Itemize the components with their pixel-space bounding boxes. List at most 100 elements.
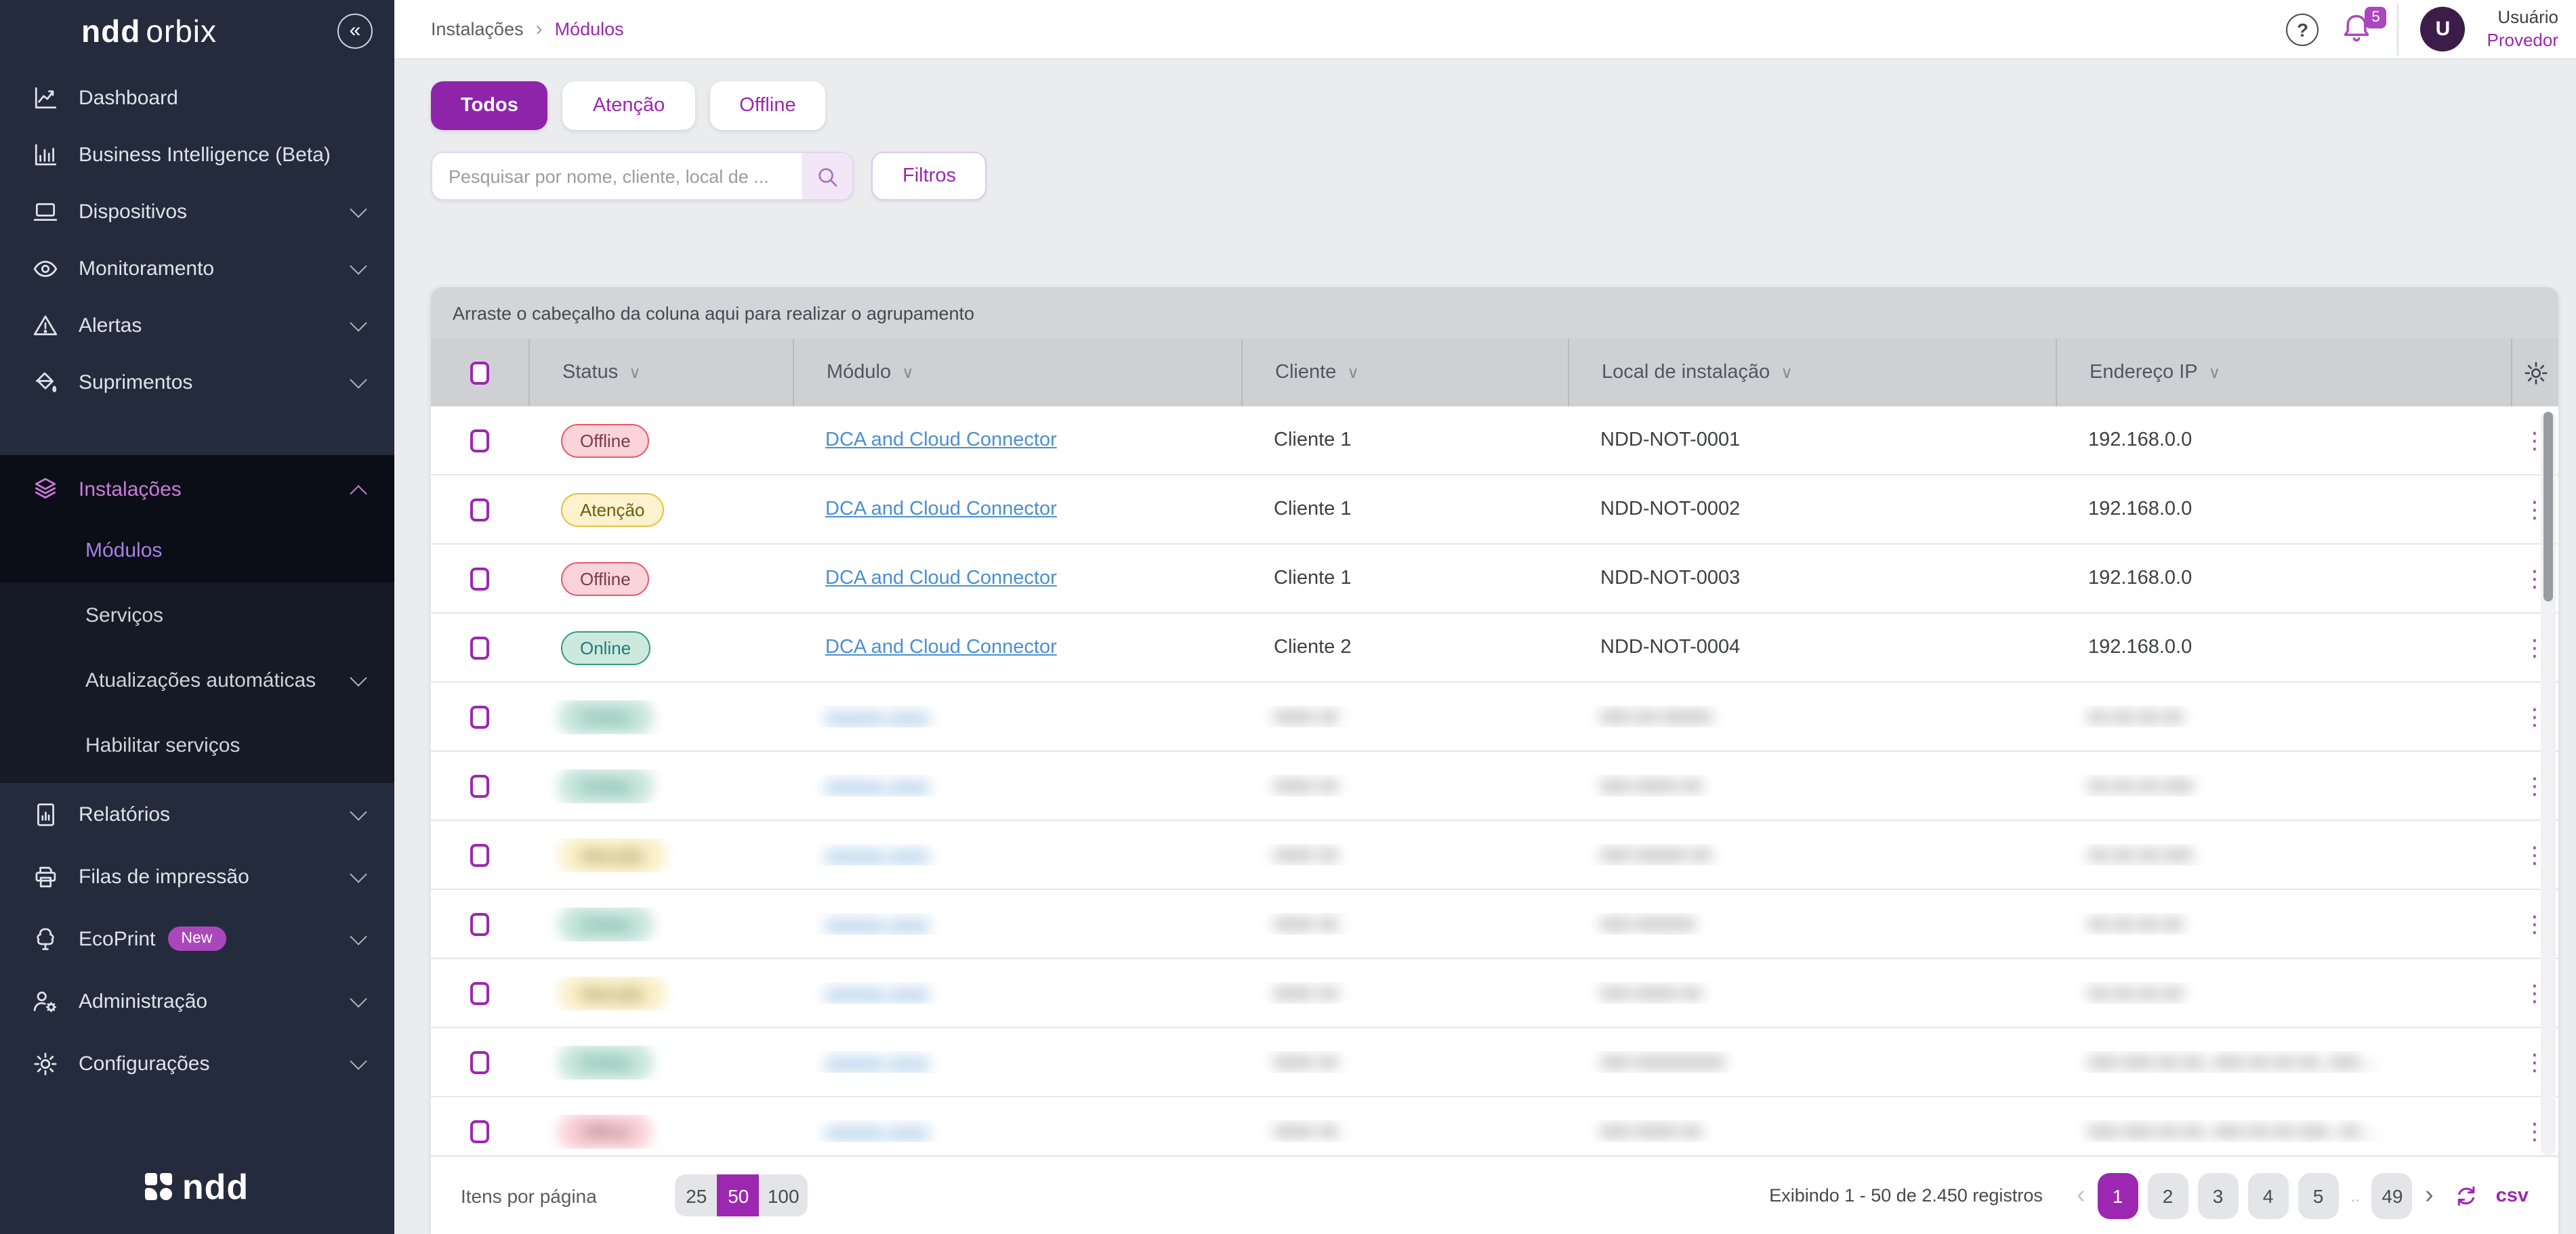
select-all-checkbox[interactable] bbox=[470, 361, 489, 384]
page-button-last[interactable]: 49 bbox=[2372, 1172, 2413, 1218]
table-row[interactable]: Onlinexxxxxx xxxxxxxx xxxxx-xxxxxxxxxxxx… bbox=[431, 1028, 2558, 1097]
row-checkbox[interactable] bbox=[470, 843, 489, 866]
table-row[interactable]: Atençãoxxxxxx xxxxxxxx xxxxx-xxxx-xxxx.x… bbox=[431, 959, 2558, 1028]
page-button-2[interactable]: 2 bbox=[2148, 1172, 2188, 1218]
column-header-status[interactable]: Status ∨ bbox=[528, 339, 793, 406]
sidebar-item-label: Configurações bbox=[79, 1052, 209, 1075]
column-header-modulo[interactable]: Módulo ∨ bbox=[793, 339, 1241, 406]
table-row[interactable]: Onlinexxxxxx xxxxxxxx xxxxx-xxxxxxxx.xx.… bbox=[431, 890, 2558, 959]
refresh-icon[interactable] bbox=[2454, 1183, 2478, 1208]
group-by-bar[interactable]: Arraste o cabeçalho da coluna aqui para … bbox=[431, 287, 2558, 339]
sidebar-group-instalacoes: InstalaçõesMódulos Serviços Atualizações a… bbox=[0, 455, 394, 783]
sort-chevron-icon[interactable]: ∨ bbox=[1781, 363, 1793, 382]
row-checkbox[interactable] bbox=[470, 429, 489, 452]
table-row[interactable]: OnlineDCA and Cloud ConnectorCliente 2ND… bbox=[431, 614, 2558, 683]
sidebar-item-business-intelligence[interactable]: Business Intelligence (Beta) bbox=[0, 126, 394, 183]
module-link[interactable]: DCA and Cloud Connector bbox=[825, 637, 1057, 658]
sidebar-subitem-habilitar-servicos[interactable]: Habilitar serviços bbox=[0, 712, 394, 778]
sidebar-item-ecoprint[interactable]: EcoPrintNew bbox=[0, 908, 394, 970]
sidebar-item-alertas[interactable]: Alertas bbox=[0, 297, 394, 354]
module-link[interactable]: DCA and Cloud Connector bbox=[825, 498, 1057, 520]
ip-cell: xx.xx.xx.xx bbox=[2056, 913, 2511, 935]
prev-page-icon[interactable]: ‹ bbox=[2074, 1180, 2088, 1210]
page-size-50[interactable]: 50 bbox=[718, 1174, 760, 1216]
filter-chip-offline[interactable]: Offline bbox=[709, 81, 825, 130]
table-row[interactable]: Atençãoxxxxxx xxxxxxxx xxxxx-xxxxx-xxxx.… bbox=[431, 821, 2558, 890]
filters-button[interactable]: Filtros bbox=[871, 152, 987, 200]
status-cell: Offline bbox=[528, 1114, 793, 1148]
local-cell: xxx-xxxxxx bbox=[1568, 913, 2056, 935]
ip-cell-text: xx.xx.xx.xx bbox=[2088, 913, 2183, 935]
module-link[interactable]: xxxxxx xxxx bbox=[825, 982, 929, 1004]
filter-chip-ateno[interactable]: Atenção bbox=[563, 81, 694, 130]
sidebar-subitem-label: Serviços bbox=[85, 603, 163, 626]
breadcrumb-parent[interactable]: Instalações bbox=[431, 19, 524, 39]
sort-chevron-icon[interactable]: ∨ bbox=[629, 363, 641, 382]
table-row[interactable]: OfflineDCA and Cloud ConnectorCliente 1N… bbox=[431, 545, 2558, 614]
status-badge: Offline bbox=[561, 423, 650, 457]
sidebar-item-filas-de-impressao[interactable]: Filas de impressão bbox=[0, 845, 394, 908]
sort-chevron-icon[interactable]: ∨ bbox=[1347, 363, 1359, 382]
row-checkbox[interactable] bbox=[470, 1120, 489, 1143]
row-checkbox[interactable] bbox=[470, 705, 489, 728]
sidebar-item-dispositivos[interactable]: Dispositivos bbox=[0, 183, 394, 240]
page-button-1[interactable]: 1 bbox=[2098, 1172, 2138, 1218]
search-input[interactable] bbox=[432, 153, 802, 199]
row-checkbox[interactable] bbox=[470, 774, 489, 797]
page-button-5[interactable]: 5 bbox=[2298, 1172, 2339, 1218]
row-checkbox[interactable] bbox=[470, 636, 489, 659]
page-size-100[interactable]: 100 bbox=[760, 1174, 808, 1216]
column-header-ip[interactable]: Endereço IP ∨ bbox=[2056, 339, 2511, 406]
row-checkbox[interactable] bbox=[470, 912, 489, 935]
user-info[interactable]: Usuário Provedor bbox=[2487, 7, 2559, 51]
sidebar-subitem-servicos[interactable]: Serviços bbox=[0, 582, 394, 647]
sidebar-subitem-modulos[interactable]: Módulos bbox=[0, 517, 394, 582]
sort-chevron-icon[interactable]: ∨ bbox=[902, 363, 914, 382]
pager-ellipsis: .. bbox=[2348, 1186, 2363, 1205]
eye-icon bbox=[33, 255, 58, 281]
sidebar-collapse-icon[interactable]: « bbox=[337, 14, 373, 49]
sidebar-item-instalacoes[interactable]: Instalações bbox=[0, 461, 394, 517]
table-row[interactable]: Onlinexxxxxx xxxxxxxx xxxxx-xx-xxxxxxx.x… bbox=[431, 683, 2558, 752]
module-link[interactable]: xxxxxx xxxx bbox=[825, 1051, 929, 1073]
search-icon[interactable] bbox=[802, 153, 852, 199]
sidebar-item-suprimentos[interactable]: Suprimentos bbox=[0, 354, 394, 410]
next-page-icon[interactable]: › bbox=[2422, 1180, 2436, 1210]
module-link[interactable]: xxxxxx xxxx bbox=[825, 844, 929, 866]
module-link[interactable]: xxxxxx xxxx bbox=[825, 1120, 929, 1142]
export-csv-button[interactable]: csv bbox=[2496, 1185, 2529, 1206]
status-cell: Atenção bbox=[528, 976, 793, 1010]
module-link[interactable]: xxxxxx xxxx bbox=[825, 775, 929, 796]
module-link[interactable]: DCA and Cloud Connector bbox=[825, 568, 1057, 589]
table-row[interactable]: Offlinexxxxxx xxxxxxxx xxxxx-xxxx-xxxxx.… bbox=[431, 1097, 2558, 1155]
filter-chip-todos[interactable]: Todos bbox=[431, 81, 548, 130]
row-checkbox[interactable] bbox=[470, 567, 489, 590]
sort-chevron-icon[interactable]: ∨ bbox=[2209, 363, 2221, 382]
row-checkbox[interactable] bbox=[470, 498, 489, 521]
column-chooser-gear-icon[interactable] bbox=[2511, 339, 2558, 406]
records-summary: Exibindo 1 - 50 de 2.450 registros bbox=[1769, 1185, 2043, 1206]
page-button-4[interactable]: 4 bbox=[2248, 1172, 2289, 1218]
module-link[interactable]: DCA and Cloud Connector bbox=[825, 429, 1057, 451]
sidebar-subitem-atualizacoes-automaticas[interactable]: Atualizações automáticas bbox=[0, 647, 394, 712]
row-checkbox[interactable] bbox=[470, 981, 489, 1004]
sidebar-item-dashboard[interactable]: Dashboard bbox=[0, 69, 394, 126]
row-checkbox[interactable] bbox=[470, 1050, 489, 1073]
page-size-25[interactable]: 25 bbox=[676, 1174, 718, 1216]
module-link[interactable]: xxxxxx xxxx bbox=[825, 706, 929, 727]
table-row[interactable]: AtençãoDCA and Cloud ConnectorCliente 1N… bbox=[431, 475, 2558, 545]
column-header-local[interactable]: Local de instalação ∨ bbox=[1568, 339, 2056, 406]
scrollbar-thumb[interactable] bbox=[2543, 412, 2553, 601]
page-button-3[interactable]: 3 bbox=[2198, 1172, 2239, 1218]
table-row[interactable]: Onlinexxxxxx xxxxxxxx xxxxx-xxxx-xxxx.xx… bbox=[431, 752, 2558, 821]
help-icon[interactable]: ? bbox=[2287, 13, 2319, 45]
table-row[interactable]: OfflineDCA and Cloud ConnectorCliente 1N… bbox=[431, 406, 2558, 475]
notifications-bell-icon[interactable]: 5 bbox=[2341, 12, 2376, 47]
module-link[interactable]: xxxxxx xxxx bbox=[825, 913, 929, 935]
sidebar-item-administracao[interactable]: Administração bbox=[0, 970, 394, 1032]
user-avatar[interactable]: U bbox=[2421, 7, 2466, 51]
column-header-cliente[interactable]: Cliente ∨ bbox=[1241, 339, 1568, 406]
sidebar-item-relatorios[interactable]: Relatórios bbox=[0, 783, 394, 845]
sidebar-item-monitoramento[interactable]: Monitoramento bbox=[0, 240, 394, 297]
sidebar-item-configuracoes[interactable]: Configurações bbox=[0, 1032, 394, 1094]
